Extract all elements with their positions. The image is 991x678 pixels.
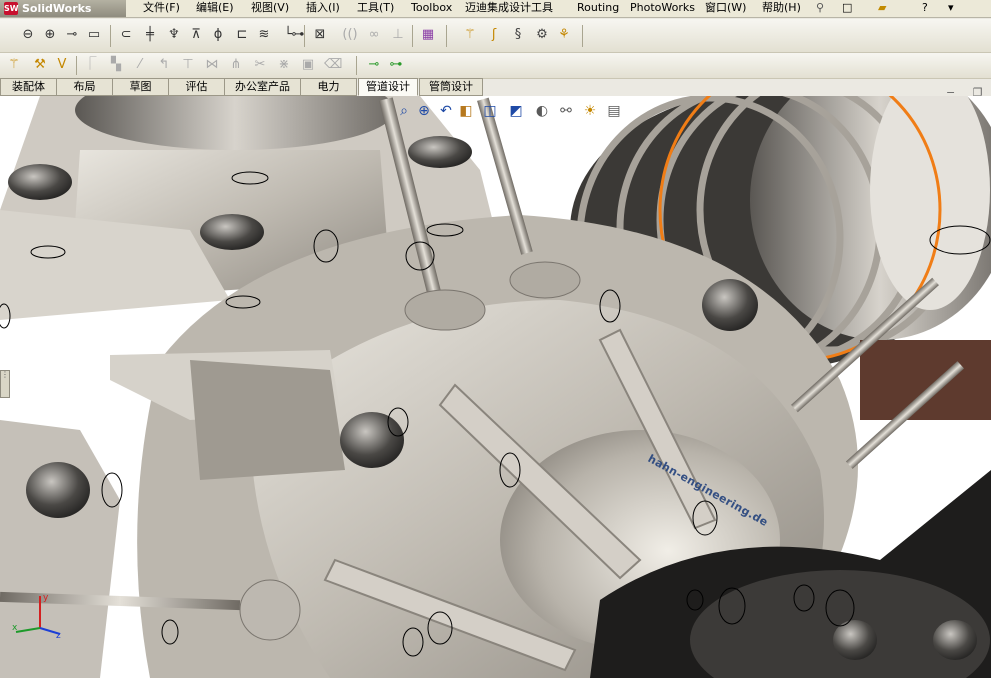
tab-piping[interactable]: 管道设计 xyxy=(358,78,418,96)
zoom-to-fit-icon[interactable]: ⌕ xyxy=(395,102,413,120)
insert-fitting-icon[interactable]: ⋔ xyxy=(228,57,244,73)
toolbar-separator xyxy=(582,25,583,47)
edit-route-icon[interactable]: ⚘ xyxy=(556,27,572,43)
menu-maidi[interactable]: 迈迪集成设计工具 xyxy=(465,0,553,17)
menu-file[interactable]: 文件(F) xyxy=(143,0,180,17)
previous-view-icon[interactable]: ↶ xyxy=(437,102,455,120)
chain-icon[interactable]: ∞ xyxy=(366,27,382,43)
terminal-icon[interactable]: ♆ xyxy=(166,27,182,43)
tab-tubing[interactable]: 管筒设计 xyxy=(419,78,483,96)
clip-icon[interactable]: ⊂ xyxy=(118,27,134,43)
menu-photoworks[interactable]: PhotoWorks xyxy=(630,0,695,17)
wave-icon[interactable]: ≋ xyxy=(256,27,272,43)
minimize-viewport-icon[interactable]: − xyxy=(946,86,955,99)
v-route-icon[interactable]: V xyxy=(54,57,70,73)
tee-icon[interactable]: ⊤ xyxy=(180,57,196,73)
cable-icon[interactable]: ▭ xyxy=(86,27,102,43)
connector-icon[interactable]: ⊸ xyxy=(64,27,80,43)
splice-icon[interactable]: ⊼ xyxy=(188,27,204,43)
reference-triad: y z x xyxy=(12,593,61,640)
toolbar-separator xyxy=(110,25,111,47)
end-route-icon[interactable]: ⚒ xyxy=(32,57,48,73)
menu-window[interactable]: 窗口(W) xyxy=(705,0,746,17)
sw-logo-icon: SW xyxy=(4,2,19,15)
menu-view[interactable]: 视图(V) xyxy=(251,0,289,17)
piping-toolbar: ⚚ ⚒ V ⎾ ▚ ⁄ ↰ ⊤ ⋈ ⋔ ✂ ⋇ ▣ ⌫ ⊸ ⊶ xyxy=(0,53,991,79)
route-point-icon[interactable]: ⊶ xyxy=(290,27,306,43)
wire-icon[interactable]: ϕ xyxy=(210,27,226,43)
feature-tree-expand-handle[interactable]: ⋮ xyxy=(0,370,10,398)
reducer-icon[interactable]: ▚ xyxy=(108,57,124,73)
penetration-icon[interactable]: ▣ xyxy=(300,57,316,73)
triad-x-label: x xyxy=(12,623,18,633)
arm-boss xyxy=(190,360,345,480)
ground-icon[interactable]: ⊥ xyxy=(390,27,406,43)
hanger-icon[interactable]: ⋇ xyxy=(276,57,292,73)
toolbar-separator xyxy=(446,25,447,47)
scene-icon[interactable]: ⚯ xyxy=(557,102,575,120)
tab-office-products[interactable]: 办公室产品 xyxy=(224,78,301,96)
dark-bracket xyxy=(860,340,991,420)
pin-icon[interactable]: ⚲ xyxy=(816,0,824,17)
logo-text: SolidWorks xyxy=(22,2,92,15)
auto-route-icon[interactable]: ʃ xyxy=(486,27,502,43)
hide-show-icon[interactable]: ◐ xyxy=(533,102,551,120)
valve-icon[interactable]: ⋈ xyxy=(204,57,220,73)
pin-connector-icon[interactable]: ╪ xyxy=(142,27,158,43)
route-properties-icon[interactable]: ⚙ xyxy=(534,27,550,43)
tab-assembly[interactable]: 装配体 xyxy=(0,78,57,96)
route-point-green-icon[interactable]: ⊶ xyxy=(388,57,404,73)
restore-viewport-icon[interactable]: ❐ xyxy=(973,86,983,99)
table-icon[interactable]: ▦ xyxy=(420,27,436,43)
flange-icon[interactable]: ⊕ xyxy=(42,27,58,43)
harness-icon[interactable]: ⊏ xyxy=(234,27,250,43)
triad-x-axis xyxy=(15,627,41,633)
menu-help[interactable]: 帮助(H) xyxy=(762,0,801,17)
elbow-icon[interactable]: ⎾ xyxy=(82,57,98,73)
toolbar-separator xyxy=(356,56,357,75)
connection-point-icon[interactable]: ⊸ xyxy=(366,57,382,73)
lights-icon[interactable]: ☀ xyxy=(581,102,599,120)
view-orientation-icon[interactable]: ◫ xyxy=(481,102,499,120)
start-route-icon[interactable]: ⚚ xyxy=(6,57,22,73)
split-icon[interactable]: ✂ xyxy=(252,57,268,73)
cover-icon[interactable]: ⌫ xyxy=(324,57,342,73)
new-document-icon[interactable]: □ xyxy=(842,0,852,17)
toolbar-separator xyxy=(76,56,77,75)
spool-icon[interactable]: ⁄ xyxy=(132,57,148,73)
graphics-area[interactable]: hahn-engineering.de xyxy=(0,96,991,678)
display-style-icon[interactable]: ◩ xyxy=(507,102,525,120)
menu-edit[interactable]: 编辑(E) xyxy=(196,0,234,17)
toolbar-separator xyxy=(412,25,413,47)
tab-layout[interactable]: 布局 xyxy=(56,78,113,96)
bend-icon[interactable]: ↰ xyxy=(156,57,172,73)
tab-sketch[interactable]: 草图 xyxy=(112,78,169,96)
menu-insert[interactable]: 插入(I) xyxy=(306,0,340,17)
monitor-icon[interactable]: ▤ xyxy=(605,102,623,120)
triad-y-label: y xyxy=(43,593,49,603)
menu-tools[interactable]: 工具(T) xyxy=(357,0,394,17)
routing-wizard-icon[interactable]: ⚚ xyxy=(462,27,478,43)
tab-electrical[interactable]: 电力 xyxy=(300,78,357,96)
routing-toolbar: ⊖ ⊕ ⊸ ▭ ⊂ ╪ ♆ ⊼ ϕ ⊏ ≋ └ ⊶ ⊠ (() ∞ ⊥ ▦ ⚚ … xyxy=(0,19,991,53)
menu-bar: SW SolidWorks 文件(F) 编辑(E) 视图(V) 插入(I) 工具(… xyxy=(0,0,991,18)
section-view-icon[interactable]: ◧ xyxy=(457,102,475,120)
tab-evaluate[interactable]: 评估 xyxy=(168,78,225,96)
pipe-fitting-icon[interactable]: ⊖ xyxy=(20,27,36,43)
open-folder-icon[interactable]: ▰ xyxy=(878,0,886,17)
engine-model-render xyxy=(0,96,991,678)
split-route-icon[interactable]: ⊠ xyxy=(312,27,328,43)
flex-route-icon[interactable]: § xyxy=(510,27,526,43)
solidworks-logo: SW SolidWorks xyxy=(0,0,126,17)
more-arrow-icon[interactable]: ▾ xyxy=(948,0,954,17)
triad-z-label: z xyxy=(56,631,61,640)
menu-routing[interactable]: Routing xyxy=(577,0,619,17)
zoom-area-icon[interactable]: ⊕ xyxy=(415,102,433,120)
help-question-icon[interactable]: ? xyxy=(922,0,928,17)
coil-icon[interactable]: (() xyxy=(342,27,358,43)
menu-toolbox[interactable]: Toolbox xyxy=(411,0,452,17)
viewport-window-controls: − ❐ xyxy=(946,86,991,99)
